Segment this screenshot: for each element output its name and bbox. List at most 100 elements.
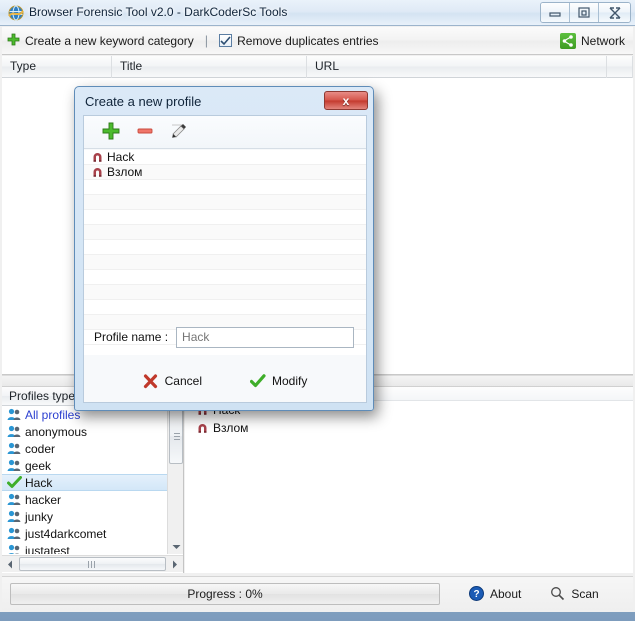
dialog-list-item-label: Hack bbox=[107, 150, 135, 164]
network-button[interactable]: Network bbox=[559, 32, 625, 49]
cancel-button[interactable]: Cancel bbox=[143, 373, 202, 389]
dialog-list-empty-row bbox=[84, 270, 366, 285]
maximize-button[interactable] bbox=[570, 3, 599, 22]
modify-button[interactable]: Modify bbox=[250, 373, 307, 389]
users-icon bbox=[6, 459, 22, 473]
profile-item-label: All profiles bbox=[25, 407, 81, 422]
dialog-list-empty-row bbox=[84, 255, 366, 270]
dialog-list-empty-row bbox=[84, 300, 366, 315]
profiles-list[interactable]: All profiles anonymous coder geek Hack h… bbox=[2, 406, 168, 554]
profile-item-anonymous[interactable]: anonymous bbox=[2, 423, 168, 440]
dialog-list-empty-row bbox=[84, 180, 366, 195]
dialog-list-item-hack[interactable]: Hack bbox=[84, 150, 366, 165]
dialog-list-item-vzlom[interactable]: Взлом bbox=[84, 165, 366, 180]
profile-name-row: Profile name : bbox=[84, 320, 366, 354]
scrollbar-thumb[interactable] bbox=[169, 408, 183, 464]
scan-button[interactable]: Scan bbox=[549, 586, 599, 602]
browser-globe-icon bbox=[8, 5, 24, 21]
dialog-close-button[interactable]: x bbox=[324, 91, 368, 110]
profile-item-label: junky bbox=[25, 509, 54, 524]
remove-duplicates-checkbox[interactable]: Remove duplicates entries bbox=[214, 28, 383, 54]
scroll-down-button[interactable] bbox=[168, 538, 184, 554]
users-icon bbox=[6, 544, 22, 554]
about-label: About bbox=[490, 586, 522, 601]
scroll-right-button[interactable] bbox=[167, 556, 183, 572]
keyword-item-vzlom[interactable]: Взлом bbox=[185, 419, 633, 437]
profile-item-label: geek bbox=[25, 458, 52, 473]
main-toolbar: Create a new keyword category | Remove d… bbox=[2, 27, 633, 55]
dialog-list-empty-row bbox=[84, 285, 366, 300]
profile-item-label: justatest bbox=[25, 543, 70, 555]
magnet-icon bbox=[90, 152, 104, 163]
column-header-url[interactable]: URL bbox=[307, 56, 607, 78]
window-title: Browser Forensic Tool v2.0 - DarkCoderSc… bbox=[29, 5, 288, 19]
remove-duplicates-label: Remove duplicates entries bbox=[237, 33, 379, 48]
edit-profile-button[interactable] bbox=[162, 119, 196, 145]
dialog-list-empty-row bbox=[84, 210, 366, 225]
profile-item-hack[interactable]: Hack bbox=[2, 474, 168, 491]
green-check-icon bbox=[250, 373, 266, 389]
keyword-item-label: Взлом bbox=[213, 421, 249, 435]
users-icon bbox=[6, 527, 22, 541]
cancel-label: Cancel bbox=[164, 374, 202, 388]
hscrollbar-thumb[interactable] bbox=[19, 557, 166, 571]
users-icon bbox=[6, 493, 22, 507]
profiles-vertical-scrollbar[interactable] bbox=[167, 406, 183, 554]
svg-text:?: ? bbox=[473, 589, 479, 600]
dialog-buttons: Cancel Modify bbox=[84, 366, 366, 396]
column-header-type[interactable]: Type bbox=[2, 56, 112, 78]
profile-item-hacker[interactable]: hacker bbox=[2, 491, 168, 508]
maximize-icon bbox=[578, 7, 590, 18]
dialog-toolbar bbox=[84, 116, 366, 149]
help-circle-icon: ? bbox=[468, 586, 484, 602]
remove-profile-button[interactable] bbox=[128, 119, 162, 145]
grip-icon bbox=[88, 560, 97, 568]
profiles-horizontal-scrollbar[interactable] bbox=[2, 555, 183, 572]
profile-name-input[interactable] bbox=[176, 326, 355, 348]
network-label: Network bbox=[580, 33, 625, 48]
profile-item-just4darkcomet[interactable]: just4darkcomet bbox=[2, 525, 168, 542]
dialog-list-empty-row bbox=[84, 240, 366, 255]
about-button[interactable]: ? About bbox=[468, 586, 521, 602]
create-keyword-category-label: Create a new keyword category bbox=[25, 33, 194, 48]
profile-item-label: hacker bbox=[25, 492, 62, 507]
dialog-list-empty-row bbox=[84, 225, 366, 240]
pencil-edit-icon bbox=[170, 122, 188, 143]
magnifier-icon bbox=[549, 586, 565, 602]
dialog-list-item-label: Взлом bbox=[107, 165, 143, 179]
progress-bar: Progress : 0% bbox=[10, 582, 440, 605]
share-network-icon bbox=[559, 32, 576, 49]
close-icon bbox=[608, 6, 622, 19]
profile-item-junky[interactable]: junky bbox=[2, 508, 168, 525]
minimize-icon bbox=[549, 8, 561, 18]
scroll-left-button[interactable] bbox=[2, 556, 18, 572]
toolbar-separator: | bbox=[204, 33, 209, 48]
create-keyword-category-button[interactable]: Create a new keyword category bbox=[2, 28, 199, 54]
check-icon bbox=[6, 476, 22, 490]
minus-icon bbox=[136, 122, 154, 143]
close-button[interactable] bbox=[599, 3, 630, 22]
dialog-body: Hack Взлом Profile name: Hack Cancel Mo… bbox=[83, 115, 367, 403]
profile-item-label: coder bbox=[25, 441, 56, 456]
progress-label: Progress : 0% bbox=[187, 586, 263, 601]
grip-icon bbox=[174, 433, 180, 440]
window-controls bbox=[540, 2, 631, 23]
profile-item-justatest[interactable]: justatest bbox=[2, 542, 168, 554]
chevron-down-icon bbox=[172, 539, 181, 553]
add-profile-button[interactable] bbox=[94, 119, 128, 145]
dialog-list-empty-row bbox=[84, 195, 366, 210]
red-x-icon bbox=[143, 373, 159, 389]
users-icon bbox=[6, 442, 22, 456]
close-icon: x bbox=[342, 93, 350, 108]
profile-item-coder[interactable]: coder bbox=[2, 440, 168, 457]
profile-item-geek[interactable]: geek bbox=[2, 457, 168, 474]
profile-item-label: Hack bbox=[25, 475, 53, 490]
column-header-title[interactable]: Title bbox=[112, 56, 307, 78]
checkbox-box bbox=[219, 34, 233, 47]
profile-name-label: Profile name : bbox=[94, 330, 169, 344]
minimize-button[interactable] bbox=[541, 3, 570, 22]
results-column-header: Type Title URL bbox=[2, 56, 633, 78]
modify-label: Modify bbox=[272, 374, 308, 388]
keywords-pane: Hack Взлом bbox=[185, 387, 633, 573]
column-header-extra bbox=[607, 56, 633, 78]
